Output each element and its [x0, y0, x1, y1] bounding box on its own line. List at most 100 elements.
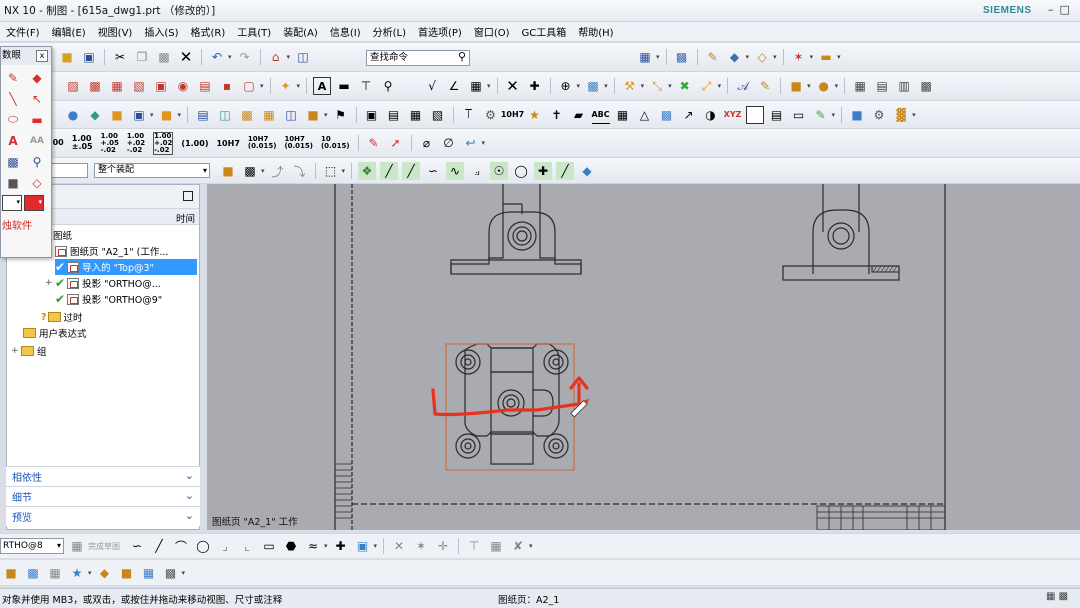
- hole-table-icon[interactable]: ▩: [917, 77, 935, 95]
- folder-icon[interactable]: ■: [1, 172, 25, 193]
- spline-tool-icon[interactable]: ≈: [304, 537, 322, 555]
- dim-format-7[interactable]: 10H7 (0.015): [248, 136, 277, 150]
- linear-dim-icon[interactable]: ✖: [676, 77, 694, 95]
- page-icon[interactable]: ▭: [790, 106, 808, 124]
- eraser-icon[interactable]: ◆: [25, 67, 49, 88]
- dim-format-5[interactable]: (1.00): [181, 139, 208, 148]
- tree-node-projection-2[interactable]: ✔ 投影 "ORTHO@9": [55, 291, 162, 307]
- edit-style-icon[interactable]: ◆: [86, 106, 104, 124]
- zoom-icon[interactable]: ⚲: [25, 151, 49, 172]
- tree-node-user-expressions[interactable]: 用户表达式: [23, 325, 87, 341]
- feature-control-icon[interactable]: ▬: [335, 77, 353, 95]
- return-icon[interactable]: ↩: [462, 134, 480, 152]
- cross-icon[interactable]: ✕: [504, 77, 522, 95]
- arc-snap-icon[interactable]: ∿: [446, 162, 464, 180]
- menu-window[interactable]: 窗口(O): [468, 24, 516, 39]
- menu-info[interactable]: 信息(I): [324, 24, 367, 39]
- status-grid-icon[interactable]: ▦: [1046, 591, 1055, 602]
- menu-format[interactable]: 格式(R): [185, 24, 232, 39]
- border-icon[interactable]: ◫: [216, 106, 234, 124]
- image-icon[interactable]: ▩: [584, 77, 602, 95]
- pattern-icon[interactable]: ▩: [162, 564, 180, 582]
- menu-edit[interactable]: 编辑(E): [46, 24, 92, 39]
- dimension-tool-icon[interactable]: ▦: [487, 537, 505, 555]
- line-snap-icon[interactable]: ╱: [380, 162, 398, 180]
- tree-node-imported-view[interactable]: ✔ 导入的 "Top@3": [55, 259, 197, 275]
- cut-icon[interactable]: ✂: [111, 48, 129, 66]
- delete-icon[interactable]: ✕: [177, 48, 195, 66]
- finish-sketch-label[interactable]: 完成草图: [88, 541, 120, 552]
- surface-finish-icon[interactable]: √: [423, 77, 441, 95]
- half-circle-icon[interactable]: ◑: [702, 106, 720, 124]
- no-diameter-icon[interactable]: ∅: [440, 134, 458, 152]
- paste-icon[interactable]: ▩: [155, 48, 173, 66]
- arrow-a-icon[interactable]: ↗: [680, 106, 698, 124]
- table-icon[interactable]: ▦: [467, 77, 485, 95]
- maximize-button[interactable]: □: [1060, 3, 1070, 16]
- revision-icon[interactable]: ◫: [282, 106, 300, 124]
- target-point-icon[interactable]: ✝: [548, 106, 566, 124]
- finish-sketch-icon[interactable]: ▦: [68, 537, 86, 555]
- quadrant-snap-icon[interactable]: ◯: [512, 162, 530, 180]
- text-icon[interactable]: A: [1, 130, 25, 151]
- chamfer-icon[interactable]: ⌞: [238, 537, 256, 555]
- part-icon[interactable]: ■: [787, 77, 805, 95]
- details-panel-header[interactable]: 细节 ⌄: [6, 486, 200, 506]
- menu-view[interactable]: 视图(V): [92, 24, 139, 39]
- visible-check-icon[interactable]: ✔: [55, 260, 65, 274]
- frame-icon[interactable]: ▣: [363, 106, 381, 124]
- copy-icon[interactable]: ❐: [133, 48, 151, 66]
- select-mode-icon[interactable]: ▩: [241, 162, 259, 180]
- pin-icon[interactable]: ■: [2, 564, 20, 582]
- trim-icon[interactable]: ✕: [390, 537, 408, 555]
- command-search-input[interactable]: 查找命令 ⚲: [366, 50, 470, 66]
- pointer-icon[interactable]: ⤵: [291, 162, 309, 180]
- balloon-icon[interactable]: ⑟: [401, 77, 419, 95]
- open-sheet-icon[interactable]: ▩: [86, 77, 104, 95]
- status-display-icon[interactable]: ▩: [1059, 591, 1068, 602]
- center-snap-icon[interactable]: ☉: [490, 162, 508, 180]
- mark-icon[interactable]: ■: [304, 106, 322, 124]
- section-line-icon[interactable]: ▤: [385, 106, 403, 124]
- ortho-icon[interactable]: ⤡: [648, 77, 666, 95]
- centerline-icon[interactable]: ✦: [277, 77, 295, 95]
- offset-tool-icon[interactable]: ▣: [354, 537, 372, 555]
- mate-icon[interactable]: ■: [118, 564, 136, 582]
- line-tool-icon[interactable]: ╱: [150, 537, 168, 555]
- box-select-icon[interactable]: ⬚: [322, 162, 340, 180]
- hammer-icon[interactable]: ⚒: [621, 77, 639, 95]
- list-icon[interactable]: ▤: [768, 106, 786, 124]
- base-view-icon[interactable]: ▦: [108, 77, 126, 95]
- flag-icon[interactable]: ⚑: [332, 106, 350, 124]
- maximize-panel-icon[interactable]: [183, 191, 193, 201]
- sketch-icon[interactable]: ◇: [753, 48, 771, 66]
- assembly-icon[interactable]: ●: [815, 77, 833, 95]
- parts-list-icon[interactable]: ▤: [873, 77, 891, 95]
- selection-icon[interactable]: ◫: [294, 48, 312, 66]
- view-break-icon[interactable]: ▧: [429, 106, 447, 124]
- preview-panel-header[interactable]: 预览 ⌄: [6, 506, 200, 526]
- auto-constraint-icon[interactable]: ✘: [509, 537, 527, 555]
- measure-icon[interactable]: ✶: [790, 48, 808, 66]
- image-view-icon[interactable]: ▩: [658, 106, 676, 124]
- polygon-tool-icon[interactable]: ⬣: [282, 537, 300, 555]
- view-style-icon[interactable]: ▢: [240, 77, 258, 95]
- line-snap-2-icon[interactable]: ╱: [402, 162, 420, 180]
- target-icon[interactable]: ⊕: [557, 77, 575, 95]
- menu-preferences[interactable]: 首选项(P): [412, 24, 468, 39]
- block-icon[interactable]: ▩: [24, 564, 42, 582]
- detail-view-icon[interactable]: ◉: [174, 77, 192, 95]
- grid-icon[interactable]: ▦: [851, 77, 869, 95]
- snap-point-icon[interactable]: ❖: [358, 162, 376, 180]
- zone-icon[interactable]: ▦: [260, 106, 278, 124]
- text-style-icon[interactable]: AA: [25, 130, 49, 151]
- menu-insert[interactable]: 插入(S): [138, 24, 184, 39]
- component-icon[interactable]: ■: [848, 106, 866, 124]
- diameter-icon[interactable]: ⌀: [418, 134, 436, 152]
- undo-icon[interactable]: ↶: [208, 48, 226, 66]
- hatch-icon[interactable]: ▓: [892, 106, 910, 124]
- arc-tool-icon[interactable]: ⌒: [172, 537, 190, 555]
- image-block-icon[interactable]: ▦: [46, 564, 64, 582]
- fit-icon[interactable]: 10H7: [504, 106, 522, 124]
- color-swatch[interactable]: ▾: [24, 195, 44, 211]
